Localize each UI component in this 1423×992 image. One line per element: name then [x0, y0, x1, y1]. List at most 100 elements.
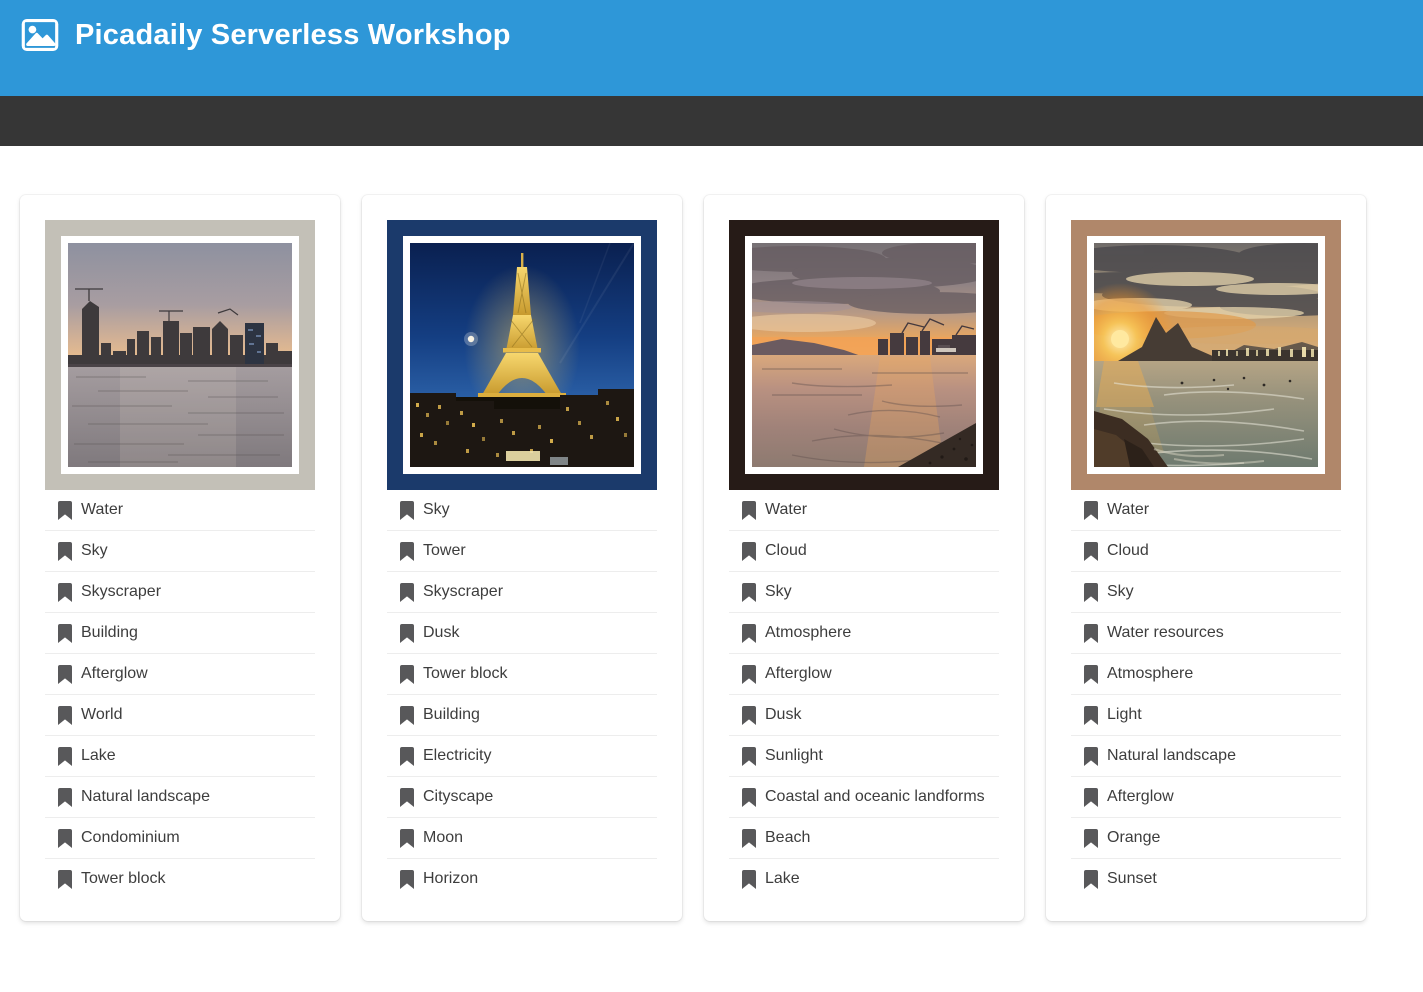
bookmark-icon	[58, 870, 72, 889]
tag-item: Light	[1071, 695, 1341, 736]
tag-item: Natural landscape	[1071, 736, 1341, 777]
tag-item: Lake	[45, 736, 315, 777]
tag-label: Water	[81, 498, 123, 522]
tag-item: Beach	[729, 818, 999, 859]
photo-card-grid: Water Sky Skyscraper Building Afterglow World…	[0, 146, 1423, 921]
photo-frame	[1071, 220, 1341, 490]
bookmark-icon	[58, 542, 72, 561]
photo-card: SkyTowerSkyscraperDuskTower blockBuildin…	[362, 195, 682, 921]
bookmark-icon	[1084, 583, 1098, 602]
tag-list: WaterCloudSkyWater resourcesAtmosphereLi…	[1071, 490, 1341, 899]
bookmark-icon	[400, 747, 414, 766]
tag-label: Sunset	[1107, 867, 1157, 891]
tag-label: Dusk	[765, 703, 801, 727]
tag-label: Atmosphere	[1107, 662, 1193, 686]
tag-item: Cityscape	[387, 777, 657, 818]
bookmark-icon	[400, 788, 414, 807]
tag-item: Afterglow	[729, 654, 999, 695]
tag-item: Cloud	[729, 531, 999, 572]
tag-item: Building	[387, 695, 657, 736]
bookmark-icon	[58, 829, 72, 848]
bookmark-icon	[58, 706, 72, 725]
tag-label: Afterglow	[1107, 785, 1174, 809]
tag-label: Sky	[81, 539, 108, 563]
tag-list: Water Sky Skyscraper Building Afterglow World…	[45, 490, 315, 899]
bookmark-icon	[742, 870, 756, 889]
secondary-toolbar	[0, 96, 1423, 146]
tag-item: Sunset	[1071, 859, 1341, 899]
photo-frame	[45, 220, 315, 490]
tag-label: Lake	[765, 867, 800, 891]
tag-item: World	[45, 695, 315, 736]
bookmark-icon	[742, 542, 756, 561]
photo-frame	[387, 220, 657, 490]
tag-item: Skyscraper	[387, 572, 657, 613]
tag-label: Sky	[423, 498, 450, 522]
tag-label: Natural landscape	[81, 785, 210, 809]
bookmark-icon	[1084, 747, 1098, 766]
image-icon	[21, 19, 59, 51]
tag-item: Lake	[729, 859, 999, 899]
tag-label: Cloud	[1107, 539, 1149, 563]
tag-item: Condominium	[45, 818, 315, 859]
bookmark-icon	[1084, 624, 1098, 643]
eiffel-tower-night-photo	[410, 243, 634, 467]
bookmark-icon	[1084, 870, 1098, 889]
tag-item: Atmosphere	[1071, 654, 1341, 695]
tag-label: Building	[81, 621, 138, 645]
bookmark-icon	[58, 788, 72, 807]
tag-label: Light	[1107, 703, 1142, 727]
bookmark-icon	[400, 870, 414, 889]
tag-label: Condominium	[81, 826, 180, 850]
tag-label: Skyscraper	[81, 580, 161, 604]
tag-item: Afterglow	[45, 654, 315, 695]
bookmark-icon	[742, 501, 756, 520]
bookmark-icon	[1084, 501, 1098, 520]
tag-label: Dusk	[423, 621, 459, 645]
bookmark-icon	[1084, 542, 1098, 561]
tag-label: Orange	[1107, 826, 1160, 850]
app-header: Picadaily Serverless Workshop	[0, 0, 1423, 96]
rio-beach-sunset-photo	[1094, 243, 1318, 467]
bookmark-icon	[742, 624, 756, 643]
bookmark-icon	[58, 665, 72, 684]
bookmark-icon	[400, 501, 414, 520]
tag-item: Sky	[729, 572, 999, 613]
tag-item: Electricity	[387, 736, 657, 777]
tag-label: Tower	[423, 539, 466, 563]
tag-label: World	[81, 703, 123, 727]
tag-item: Orange	[1071, 818, 1341, 859]
tag-label: Afterglow	[765, 662, 832, 686]
sunset-bay-photo	[752, 243, 976, 467]
tag-list: WaterCloudSkyAtmosphereAfterglowDuskSunl…	[729, 490, 999, 899]
tag-label: Water resources	[1107, 621, 1224, 645]
bookmark-icon	[742, 788, 756, 807]
tag-list: SkyTowerSkyscraperDuskTower blockBuildin…	[387, 490, 657, 899]
bookmark-icon	[58, 624, 72, 643]
tag-item: Dusk	[387, 613, 657, 654]
tag-label: Cityscape	[423, 785, 493, 809]
tag-item: Tower block	[45, 859, 315, 899]
tag-item: Building	[45, 613, 315, 654]
tag-label: Sunlight	[765, 744, 823, 768]
bookmark-icon	[742, 706, 756, 725]
tag-item: Afterglow	[1071, 777, 1341, 818]
tag-label: Sky	[1107, 580, 1134, 604]
tag-item: Cloud	[1071, 531, 1341, 572]
bookmark-icon	[400, 706, 414, 725]
page-title: Picadaily Serverless Workshop	[75, 21, 511, 50]
tag-label: Horizon	[423, 867, 478, 891]
bookmark-icon	[742, 665, 756, 684]
tag-item: Moon	[387, 818, 657, 859]
tag-label: Cloud	[765, 539, 807, 563]
bookmark-icon	[400, 583, 414, 602]
tag-label: Electricity	[423, 744, 491, 768]
tag-item: Sky	[387, 490, 657, 531]
tag-item: Water	[729, 490, 999, 531]
tag-item: Dusk	[729, 695, 999, 736]
tag-label: Skyscraper	[423, 580, 503, 604]
tag-item: Skyscraper	[45, 572, 315, 613]
photo-matte	[745, 236, 983, 474]
bookmark-icon	[742, 829, 756, 848]
tag-item: Water resources	[1071, 613, 1341, 654]
